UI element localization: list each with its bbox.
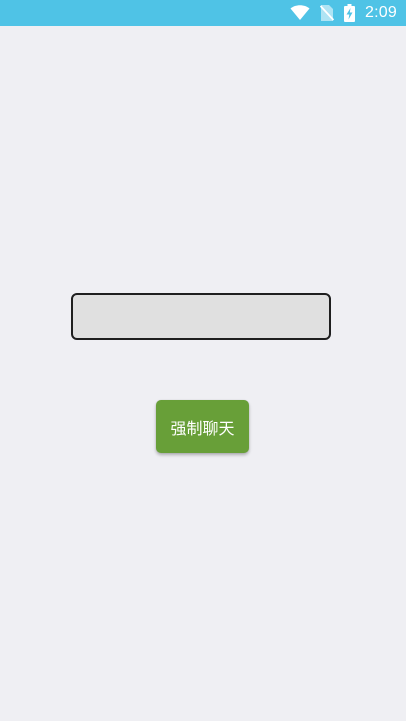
status-clock: 2:09 xyxy=(365,4,397,21)
battery-charging-icon xyxy=(344,4,356,22)
status-icons: 2:09 xyxy=(290,0,397,26)
wifi-icon xyxy=(290,5,310,21)
chat-target-input[interactable] xyxy=(71,293,331,340)
force-chat-button[interactable]: 强制聊天 xyxy=(156,400,249,453)
no-sim-icon xyxy=(320,4,335,22)
status-bar: 2:09 xyxy=(0,0,406,26)
